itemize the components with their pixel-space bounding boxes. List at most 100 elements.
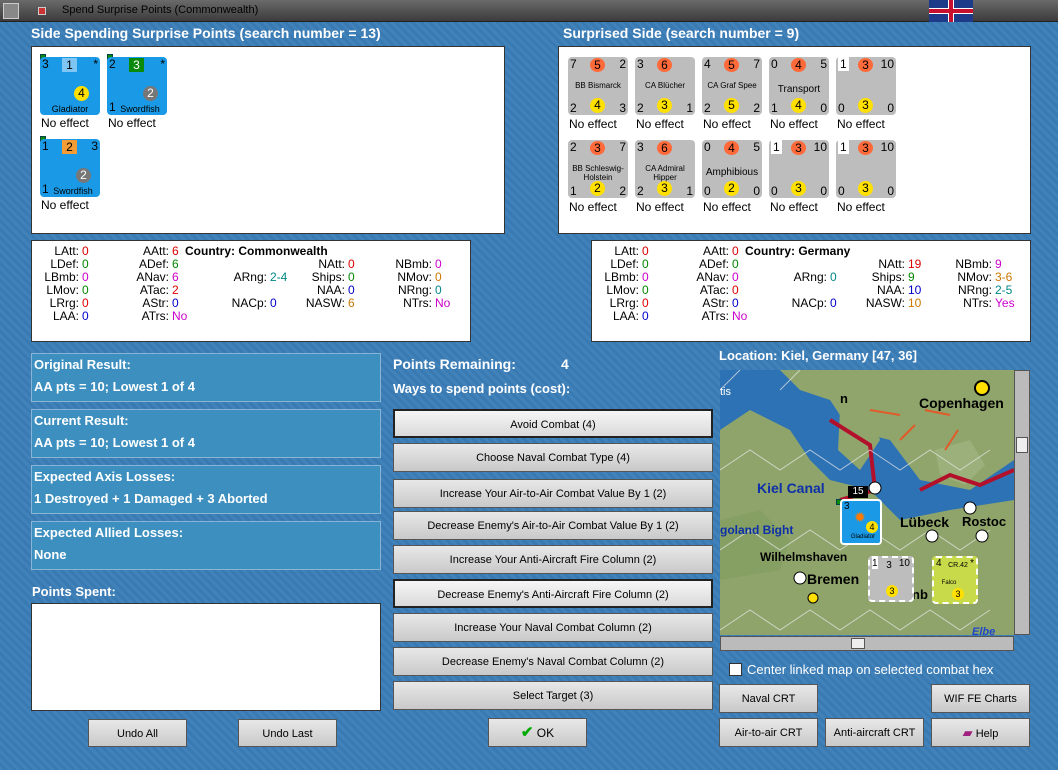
unit-stat: 3	[844, 501, 850, 512]
unit-counter-ship[interactable]: 2 3 7 1 2 2 BB Schleswig-Holstein	[568, 140, 628, 198]
unit-stat: 2	[570, 140, 577, 154]
help-button[interactable]: ▰ Help	[931, 718, 1030, 747]
spending-units-panel: 3 1 * 4 Gladiator No effect 2 3 * 1 2 Sw…	[31, 46, 505, 234]
unit-counter-swordfish[interactable]: 1 2 3 1 2 Swordfish	[40, 139, 100, 197]
map-unit-gladiator[interactable]: 3 4 Gladiator ✹	[840, 499, 882, 545]
points-remaining-label: Points Remaining:	[393, 356, 516, 372]
air-to-air-crt-button[interactable]: Air-to-air CRT	[719, 718, 818, 747]
anti-aircraft-crt-button[interactable]: Anti-aircraft CRT	[825, 718, 924, 747]
unit-stat: 2	[143, 86, 158, 101]
original-result-value: AA pts = 10; Lowest 1 of 4	[34, 379, 195, 394]
spend-option-button[interactable]: Decrease Enemy's Naval Combat Column (2)	[393, 647, 713, 676]
stat-value: 0	[830, 270, 837, 284]
map-horizontal-scrollbar[interactable]	[720, 636, 1014, 651]
unit-counter-ship[interactable]: 1 3 10 0 3 0	[836, 57, 896, 115]
stat-value: 0	[348, 257, 355, 271]
unit-stat: 10	[813, 140, 827, 154]
unit-counter-ship[interactable]: 7 5 2 2 4 3 BB Bismarck	[568, 57, 628, 115]
unit-stat: 6	[657, 141, 672, 155]
points-remaining-value: 4	[561, 356, 569, 372]
map-label-wilhelmshaven: Wilhelmshaven	[760, 550, 848, 564]
unit-stat: 10	[880, 57, 894, 71]
stat-label: NAA:	[876, 283, 905, 297]
spend-option-button[interactable]: Decrease Enemy's Air-to-Air Combat Value…	[393, 511, 713, 540]
ok-button[interactable]: ✔ OK	[488, 718, 587, 747]
axis-losses-heading: Expected Axis Losses:	[34, 469, 176, 484]
unit-stat: 4	[724, 141, 739, 155]
location-map[interactable]: tis Copenhagen Kiel Canal Lübeck Rostoc …	[720, 370, 1014, 635]
unit-effect: No effect	[770, 200, 818, 214]
unit-counter-gladiator[interactable]: 3 1 * 4 Gladiator	[40, 57, 100, 115]
stat-label: LDef:	[50, 257, 79, 271]
stat-label: LDef:	[610, 257, 639, 271]
unit-name: Falco	[941, 580, 957, 586]
stat-value: 9	[908, 270, 915, 284]
unit-counter-swordfish[interactable]: 2 3 * 1 2 Swordfish	[107, 57, 167, 115]
stat-value: 9	[995, 257, 1002, 271]
stat-value: No	[435, 296, 451, 310]
stat-label: LRrg:	[609, 296, 639, 310]
unit-counter-ship[interactable]: 3 6 2 3 1 CA Admiral Hipper	[635, 140, 695, 198]
unit-effect: No effect	[569, 200, 617, 214]
unit-stat: 4	[791, 98, 806, 113]
unit-stat: 1	[62, 58, 77, 72]
stat-label: NASW:	[865, 296, 905, 310]
vertical-scroll-thumb[interactable]	[1016, 437, 1028, 453]
stat-label: ATrs:	[141, 309, 169, 323]
axis-losses-box: Expected Axis Losses: 1 Destroyed + 1 Da…	[31, 465, 381, 514]
current-result-box: Current Result: AA pts = 10; Lowest 1 of…	[31, 409, 381, 458]
unit-stat: 2	[637, 184, 644, 198]
combat-marker-icon: ✹	[854, 509, 866, 525]
stat-value: 0	[82, 270, 89, 284]
stat-value: 0	[732, 244, 739, 258]
spend-option-button[interactable]: Avoid Combat (4)	[393, 409, 713, 438]
system-menu-icon[interactable]	[3, 3, 19, 19]
points-spent-list[interactable]	[31, 603, 381, 711]
spend-option-button[interactable]: Increase Your Naval Combat Column (2)	[393, 613, 713, 642]
unit-counter-ship[interactable]: 4 5 7 2 5 2 CA Graf Spee	[702, 57, 762, 115]
stat-label: AStr:	[142, 296, 169, 310]
map-label-kiel-canal: Kiel Canal	[757, 480, 825, 496]
spend-option-button[interactable]: Choose Naval Combat Type (4)	[393, 443, 713, 472]
unit-counter-ship[interactable]: 3 6 2 3 1 CA Blücher	[635, 57, 695, 115]
horizontal-scroll-thumb[interactable]	[851, 638, 865, 649]
spend-option-button[interactable]: Select Target (3)	[393, 681, 713, 710]
unit-stat: 4	[704, 57, 711, 71]
stat-label: NAA:	[316, 283, 345, 297]
undo-last-button[interactable]: Undo Last	[238, 719, 337, 747]
unit-stat: 3	[791, 181, 806, 196]
map-label-elbe: Elbe	[972, 626, 996, 635]
wif-fe-charts-button[interactable]: WIF FE Charts	[931, 684, 1030, 713]
stat-label: Ships:	[311, 270, 345, 284]
unit-effect: No effect	[636, 200, 684, 214]
unit-stat: 0	[704, 140, 711, 154]
map-vertical-scrollbar[interactable]	[1014, 370, 1030, 635]
spend-option-button[interactable]: Decrease Enemy's Anti-Aircraft Fire Colu…	[393, 579, 713, 608]
undo-all-button[interactable]: Undo All	[88, 719, 187, 747]
unit-counter-ship[interactable]: 1 3 10 0 3 0	[836, 140, 896, 198]
unit-stat: 3	[657, 98, 672, 113]
unit-stat: 2	[753, 101, 760, 115]
stat-label: NASW:	[305, 296, 345, 310]
stat-label: NBmb:	[955, 257, 992, 271]
commonwealth-stats-panel: LAtt: 0 LDef: 0 LBmb: 0 LMov: 0 LRrg: 0 LAA: 0 AAtt:…	[31, 240, 471, 342]
naval-crt-button[interactable]: Naval CRT	[719, 684, 818, 713]
map-unit-ship[interactable]: 1 3 10 3	[868, 556, 914, 602]
unit-stat: 1	[771, 101, 778, 115]
spending-side-header: Side Spending Surprise Points (search nu…	[31, 25, 381, 41]
unit-counter-ship[interactable]: 1 3 10 0 3 0	[769, 140, 829, 198]
center-map-checkbox[interactable]	[729, 663, 742, 676]
stat-label: AStr:	[702, 296, 729, 310]
original-result-box: Original Result: AA pts = 10; Lowest 1 o…	[31, 353, 381, 402]
unit-counter-ship[interactable]: 0 4 5 1 4 0 Transport	[769, 57, 829, 115]
center-map-label: Center linked map on selected combat hex	[747, 662, 994, 677]
map-unit-falco[interactable]: 4 CR.42 * 3 Falco	[932, 556, 978, 604]
stat-value: 0	[642, 283, 649, 297]
spend-option-button[interactable]: Increase Your Anti-Aircraft Fire Column …	[393, 545, 713, 574]
stat-value: 0	[82, 283, 89, 297]
unit-name: CA Admiral Hipper	[645, 164, 685, 182]
unit-stat: 1	[771, 140, 782, 154]
unit-counter-ship[interactable]: 0 4 5 0 2 0 Amphibious	[702, 140, 762, 198]
unit-stat: 5	[724, 98, 739, 113]
spend-option-button[interactable]: Increase Your Air-to-Air Combat Value By…	[393, 479, 713, 508]
